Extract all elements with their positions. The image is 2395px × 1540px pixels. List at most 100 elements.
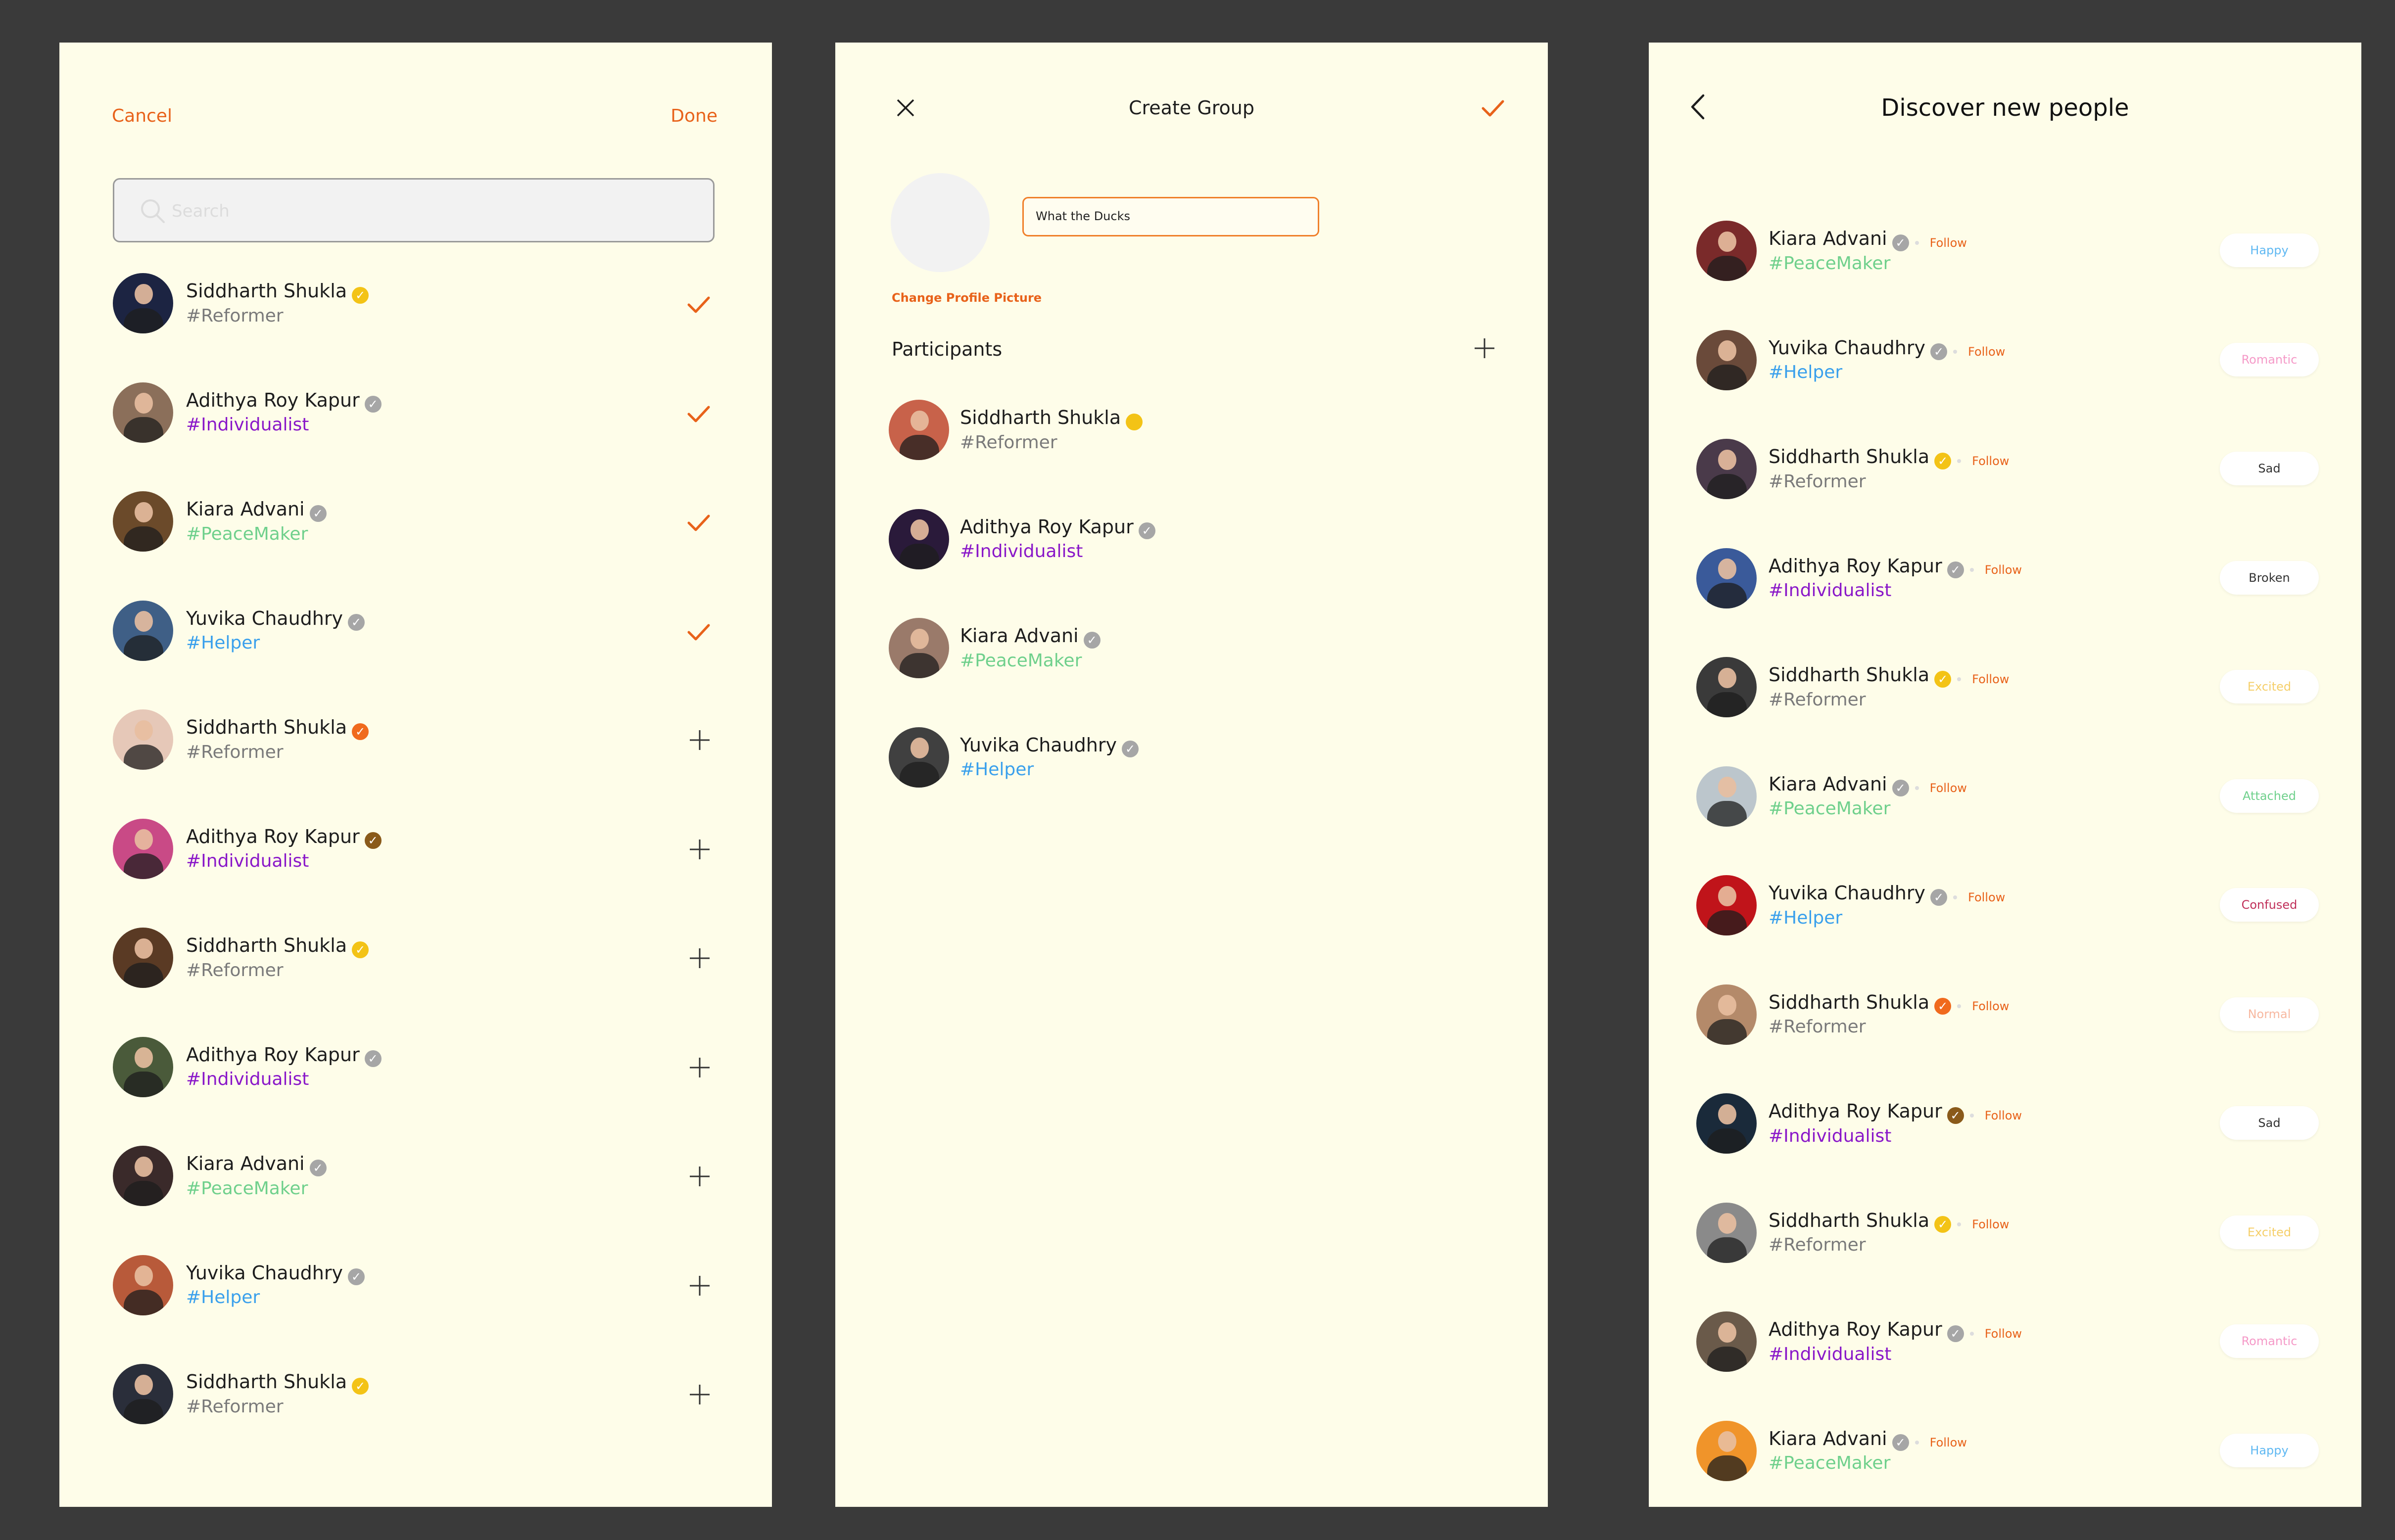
contact-info: Adithya Roy Kapur ✓ #Individualist bbox=[186, 389, 382, 435]
avatar bbox=[113, 600, 173, 661]
add-contact-icon[interactable] bbox=[689, 947, 711, 969]
add-contact-icon[interactable] bbox=[689, 729, 711, 751]
contact-info: Yuvika Chaudhry ✓ Follow #Helper bbox=[1769, 337, 2005, 383]
mood-badge: Sad bbox=[2220, 1106, 2319, 1140]
follow-button[interactable]: Follow bbox=[1972, 999, 2009, 1013]
selected-check-icon[interactable] bbox=[687, 404, 711, 424]
avatar-face bbox=[1718, 995, 1736, 1016]
avatar-face bbox=[1718, 340, 1736, 361]
follow-button[interactable]: Follow bbox=[1985, 1327, 2022, 1341]
add-contact-icon[interactable] bbox=[689, 1166, 711, 1187]
follow-button[interactable]: Follow bbox=[1985, 563, 2022, 577]
avatar bbox=[1696, 766, 1757, 827]
separator-dot bbox=[1957, 677, 1962, 681]
contact-name: Adithya Roy Kapur bbox=[1769, 1318, 1942, 1340]
avatar bbox=[113, 1146, 173, 1206]
selected-check-icon[interactable] bbox=[687, 513, 711, 533]
contact-info: Yuvika Chaudhry ✓ #Helper bbox=[186, 607, 365, 653]
select-participants-screen: Cancel Done Search Siddharth Shukla ✓ #Ref… bbox=[59, 43, 772, 1507]
add-participant-icon[interactable] bbox=[1474, 337, 1495, 359]
follow-button[interactable]: Follow bbox=[1930, 1436, 1967, 1449]
avatar-face bbox=[1718, 231, 1736, 252]
personality-tag: #Reformer bbox=[1769, 1017, 1866, 1037]
confirm-check-icon[interactable] bbox=[1482, 99, 1504, 118]
contact-name: Siddharth Shukla bbox=[186, 716, 347, 738]
avatar-body bbox=[1707, 473, 1747, 499]
name-line: Adithya Roy Kapur ✓ Follow bbox=[1769, 1318, 2022, 1342]
selected-check-icon[interactable] bbox=[687, 622, 711, 642]
follow-button[interactable]: Follow bbox=[1972, 1217, 2009, 1231]
contact-info: Siddharth Shukla ✓ Follow #Reformer bbox=[1769, 664, 2009, 710]
avatar-face bbox=[1718, 559, 1736, 579]
add-contact-icon[interactable] bbox=[689, 1057, 711, 1078]
add-contact-icon[interactable] bbox=[689, 839, 711, 860]
grey-verified-badge-icon: ✓ bbox=[364, 1050, 382, 1067]
personality-tag: #PeaceMaker bbox=[1769, 1453, 1891, 1473]
orange-verified-badge-icon: ✓ bbox=[352, 723, 369, 740]
contact-name: Adithya Roy Kapur bbox=[186, 1043, 360, 1066]
page-title: Discover new people bbox=[1881, 94, 2129, 122]
yellow-verified-badge-icon bbox=[1126, 413, 1143, 430]
name-line: Yuvika Chaudhry ✓ bbox=[186, 1261, 365, 1285]
contact-info: Siddharth Shukla ✓ Follow #Reformer bbox=[1769, 991, 2009, 1037]
contact-name: Adithya Roy Kapur bbox=[1769, 1100, 1942, 1122]
personality-tag: #PeaceMaker bbox=[1769, 253, 1891, 274]
yellow-verified-badge-icon: ✓ bbox=[352, 1377, 369, 1395]
cancel-button[interactable]: Cancel bbox=[112, 106, 172, 126]
grey-verified-badge-icon: ✓ bbox=[1892, 780, 1909, 796]
contact-info: Siddharth Shukla ✓ #Reformer bbox=[186, 1371, 369, 1417]
contact-name: Siddharth Shukla bbox=[1769, 664, 1930, 686]
avatar bbox=[1696, 1311, 1757, 1372]
avatar-body bbox=[1707, 1128, 1747, 1154]
page-title: Create Group bbox=[1128, 97, 1255, 119]
follow-button[interactable]: Follow bbox=[1972, 672, 2009, 686]
contact-info: Kiara Advani ✓ Follow #PeaceMaker bbox=[1769, 1428, 1967, 1474]
add-contact-icon[interactable] bbox=[689, 1275, 711, 1297]
grey-verified-badge-icon: ✓ bbox=[1892, 1434, 1909, 1451]
personality-tag: #Reformer bbox=[186, 305, 284, 326]
done-button[interactable]: Done bbox=[671, 106, 718, 126]
contact-name: Yuvika Chaudhry bbox=[186, 1261, 343, 1284]
change-profile-picture-link[interactable]: Change Profile Picture bbox=[892, 291, 1042, 305]
personality-tag: #Helper bbox=[186, 633, 260, 653]
contact-name: Siddharth Shukla bbox=[186, 934, 347, 956]
follow-button[interactable]: Follow bbox=[1930, 781, 1967, 795]
contact-info: Siddharth Shukla ✓ #Reformer bbox=[186, 280, 369, 326]
selected-check-icon[interactable] bbox=[687, 295, 711, 315]
name-line: Kiara Advani ✓ Follow bbox=[1769, 773, 1967, 796]
avatar-face bbox=[910, 410, 929, 431]
contact-name: Kiara Advani bbox=[186, 498, 305, 520]
contact-name: Kiara Advani bbox=[960, 625, 1079, 647]
avatar-face bbox=[1718, 1322, 1736, 1343]
grey-verified-badge-icon: ✓ bbox=[1947, 561, 1964, 578]
avatar bbox=[1696, 439, 1757, 499]
contact-info: Siddharth Shukla ✓ #Reformer bbox=[186, 934, 369, 980]
yellow-verified-badge-icon: ✓ bbox=[352, 286, 369, 304]
separator-dot bbox=[1953, 895, 1957, 899]
follow-button[interactable]: Follow bbox=[1968, 890, 2005, 904]
avatar bbox=[113, 491, 173, 552]
avatar bbox=[1696, 1202, 1757, 1263]
grey-verified-badge-icon: ✓ bbox=[348, 614, 365, 631]
avatar-body bbox=[1707, 583, 1747, 608]
avatar bbox=[889, 727, 949, 788]
name-line: Siddharth Shukla ✓ Follow bbox=[1769, 1210, 2009, 1233]
personality-tag: #Reformer bbox=[1769, 689, 1866, 710]
follow-button[interactable]: Follow bbox=[1968, 345, 2005, 359]
avatar-body bbox=[1707, 365, 1747, 390]
mood-badge: Sad bbox=[2220, 452, 2319, 485]
avatar-face bbox=[1718, 1104, 1736, 1125]
follow-button[interactable]: Follow bbox=[1985, 1109, 2022, 1122]
contact-name: Yuvika Chaudhry bbox=[186, 607, 343, 629]
contact-name: Adithya Roy Kapur bbox=[186, 825, 360, 847]
avatar-face bbox=[134, 502, 153, 523]
search-input[interactable]: Search bbox=[113, 178, 715, 242]
avatar-body bbox=[123, 744, 164, 770]
group-picture-placeholder[interactable] bbox=[891, 173, 990, 272]
follow-button[interactable]: Follow bbox=[1972, 454, 2009, 468]
group-name-input[interactable]: What the Ducks bbox=[1022, 197, 1319, 236]
name-line: Siddharth Shukla ✓ bbox=[186, 716, 369, 740]
add-contact-icon[interactable] bbox=[689, 1384, 711, 1405]
follow-button[interactable]: Follow bbox=[1930, 236, 1967, 250]
avatar-body bbox=[123, 1290, 164, 1315]
